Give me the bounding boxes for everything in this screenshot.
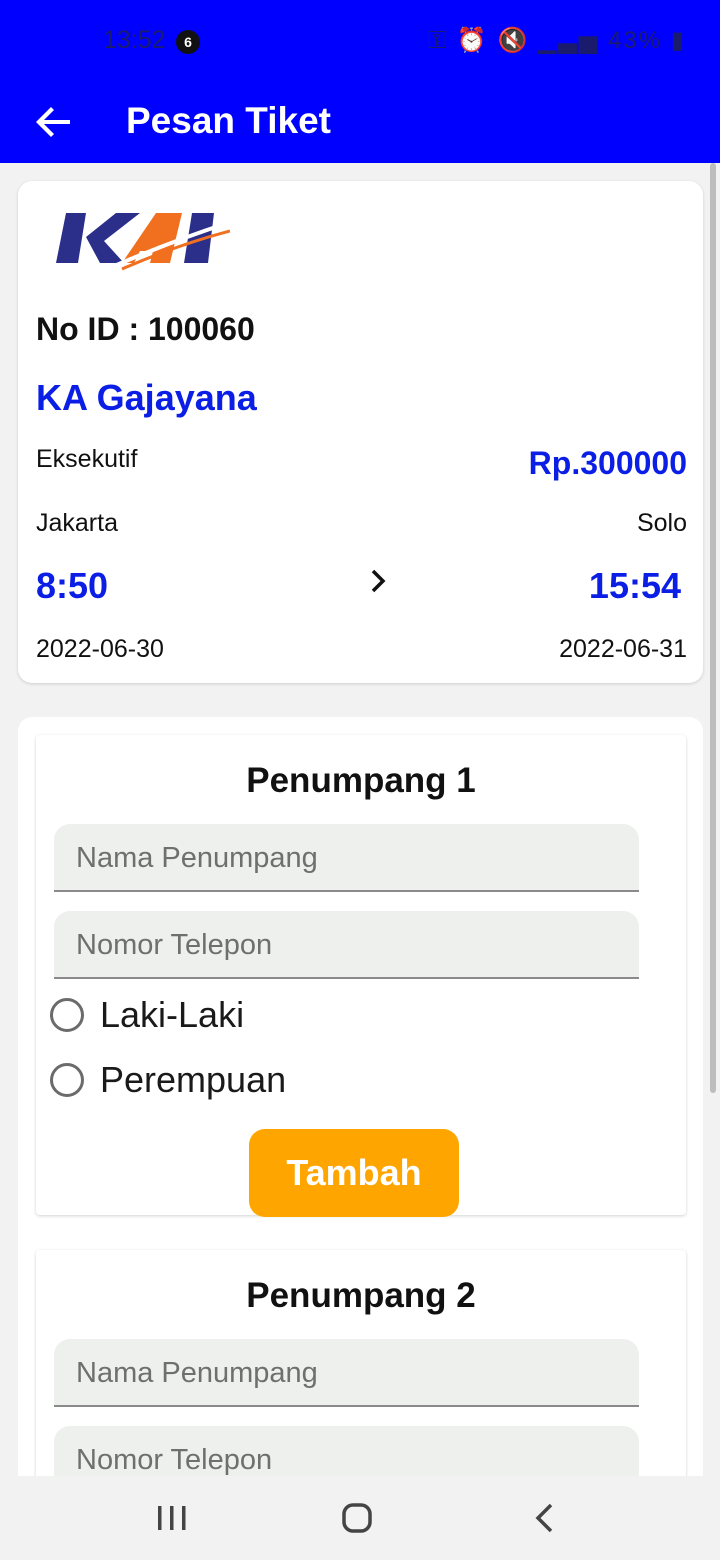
scrollbar[interactable]	[710, 163, 716, 1093]
passenger-title: Penumpang 1	[246, 761, 476, 800]
back-button[interactable]	[30, 98, 78, 146]
radio-label: Laki-Laki	[100, 994, 245, 1035]
passenger-list: Penumpang 1 Nama Penumpang Nomor Telepon…	[18, 717, 703, 1476]
page-title: Pesan Tiket	[126, 100, 331, 141]
destination-station: Solo	[636, 509, 687, 537]
radio-label: Perempuan	[100, 1059, 287, 1100]
ticket-card: No ID : 100060 KA Gajayana Eksekutif Rp.…	[18, 181, 703, 683]
status-icons: ⚿ ⏰ 🔇 ▁▃▅ 43% ▮	[428, 26, 686, 55]
name-placeholder: Nama Penumpang	[76, 842, 318, 874]
vpn-key-icon: ⚿	[427, 27, 449, 54]
departure-time: 8:50	[36, 565, 109, 606]
departure-date: 2022-06-30	[36, 635, 164, 663]
ticket-price: Rp.300000	[528, 445, 687, 481]
status-bar: 13:52 6 ⚿ ⏰ 🔇 ▁▃▅ 43% ▮	[0, 0, 720, 84]
alarm-icon: ⏰	[456, 27, 489, 54]
app-bar: Pesan Tiket	[0, 84, 720, 163]
status-time: 13:52	[103, 26, 166, 54]
passenger-card: Penumpang 2 Nama Penumpang Nomor Telepon	[36, 1250, 686, 1476]
passenger-card: Penumpang 1 Nama Penumpang Nomor Telepon…	[36, 735, 686, 1217]
train-class: Eksekutif	[36, 445, 138, 473]
phone-placeholder: Nomor Telepon	[76, 929, 273, 961]
arrival-date: 2022-06-31	[559, 635, 687, 663]
name-placeholder: Nama Penumpang	[76, 1357, 318, 1389]
phone-number-input[interactable]: Nomor Telepon	[54, 911, 639, 979]
notification-badge: 6	[176, 30, 200, 54]
phone-number-input[interactable]: Nomor Telepon	[54, 1426, 639, 1476]
chevron-right-icon	[371, 569, 386, 593]
arrow-left-icon	[36, 107, 70, 137]
ticket-id: No ID : 100060	[36, 311, 255, 347]
train-name: KA Gajayana	[36, 377, 257, 418]
screen: 13:52 6 ⚿ ⏰ 🔇 ▁▃▅ 43% ▮ Pesan Tiket No I…	[0, 0, 720, 1560]
back-icon[interactable]	[527, 1500, 563, 1536]
passenger-name-input[interactable]: Nama Penumpang	[54, 824, 639, 892]
system-nav-bar	[0, 1476, 720, 1560]
battery-icon: ▮	[670, 27, 686, 54]
mute-icon: 🔇	[497, 27, 530, 54]
scroll-content[interactable]: No ID : 100060 KA Gajayana Eksekutif Rp.…	[0, 163, 720, 1476]
passenger-title: Penumpang 2	[246, 1276, 476, 1315]
origin-station: Jakarta	[36, 509, 118, 537]
battery-percent: 43%	[608, 27, 663, 54]
radio-circle-icon[interactable]	[50, 998, 84, 1032]
kai-logo	[56, 213, 230, 271]
home-icon[interactable]	[339, 1500, 375, 1536]
signal-icon: ▁▃▅	[538, 27, 600, 54]
arrival-time: 15:54	[588, 565, 681, 606]
recent-apps-icon[interactable]	[154, 1500, 190, 1536]
tambah-button[interactable]: Tambah	[249, 1129, 459, 1217]
radio-circle-icon[interactable]	[50, 1063, 84, 1097]
phone-placeholder: Nomor Telepon	[76, 1444, 273, 1476]
passenger-name-input[interactable]: Nama Penumpang	[54, 1339, 639, 1407]
